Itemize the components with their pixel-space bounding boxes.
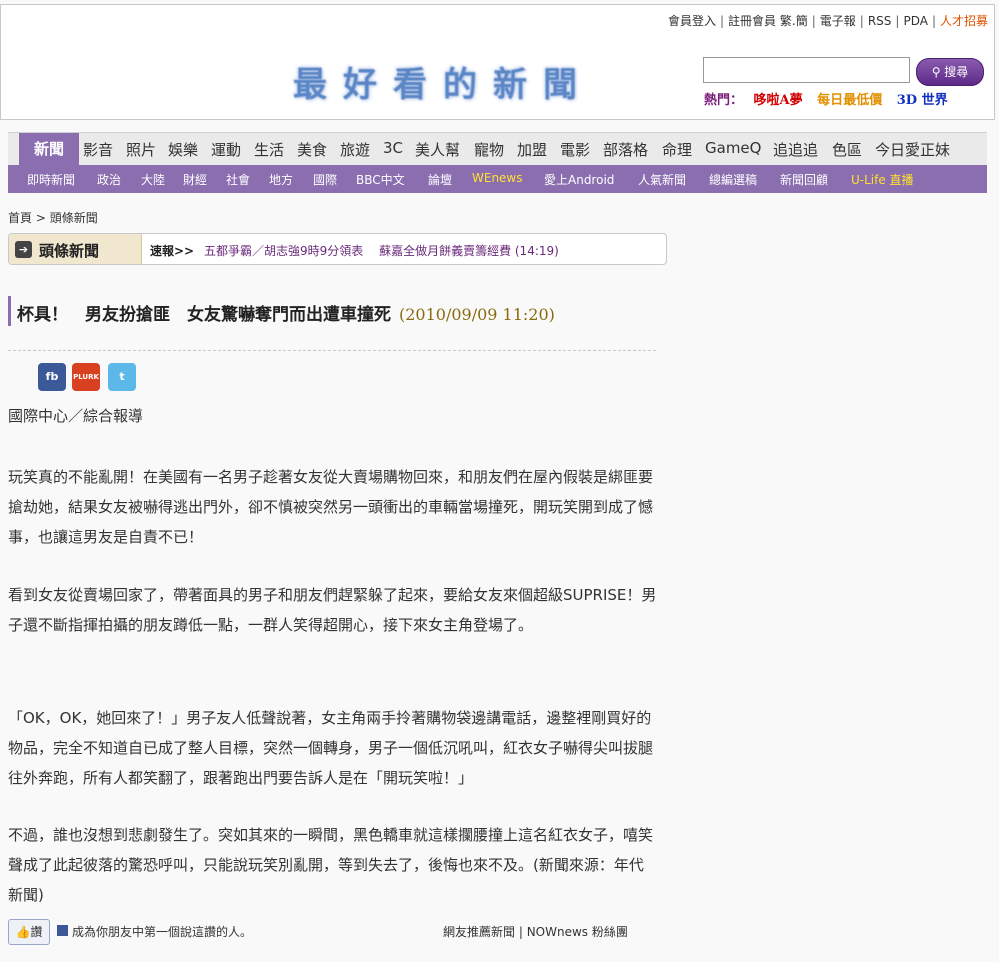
nav-item-adult[interactable]: 色區 (832, 139, 862, 160)
subnav-popular[interactable]: 人氣新聞 (638, 171, 686, 188)
nav-item-gameq[interactable]: GameQ (705, 139, 761, 157)
hot-label: 熱門： (704, 93, 744, 108)
article-date: (2010/09/09 11:20) (399, 305, 555, 324)
breaking-label: 速報>> (150, 244, 195, 258)
nav-item-chase[interactable]: 追追追 (773, 139, 818, 160)
nav-item-food[interactable]: 美食 (297, 139, 327, 160)
subnav-forum[interactable]: 論壇 (428, 171, 452, 188)
hot-link-lowest-price[interactable]: 每日最低價 (817, 93, 882, 108)
headline-box: ➔ 頭條新聞 速報>> 五都爭霸／胡志強9時9分領表 蘇嘉全做月餅義賣籌經費 (… (8, 233, 667, 265)
nav-item-news[interactable]: 新聞 (19, 133, 79, 165)
nav-item-sports[interactable]: 運動 (211, 139, 241, 160)
subnav-bbc[interactable]: BBC中文 (356, 171, 405, 188)
hot-links: 熱門： 哆啦A夢 每日最低價 3D 世界 (704, 89, 948, 108)
site-logo[interactable]: 最好看的新聞 (293, 57, 593, 106)
search-input[interactable] (703, 57, 910, 83)
search-icon: ⚲ (931, 65, 945, 79)
like-text: 成為你朋友中第一個說這讚的人。 (72, 925, 253, 939)
plurk-share-icon[interactable]: PLURK (72, 363, 100, 391)
facebook-icon (57, 925, 68, 936)
article-paragraph: 玩笑真的不能亂開！在美國有一名男子趁著女友從大賣場購物回來，和朋友們在屋內假裝是… (8, 468, 654, 546)
nav-item-daily-beauty[interactable]: 今日愛正妹 (875, 139, 950, 160)
nav-item-3c[interactable]: 3C (383, 139, 403, 157)
breadcrumb-headlines[interactable]: 頭條新聞 (50, 211, 98, 225)
article-title: 杯具！ 男友扮搶匪 女友驚嚇奪門而出遭車撞死 (2010/09/09 11:20) (17, 305, 555, 325)
newsletter-link[interactable]: 電子報 (820, 14, 856, 28)
search-button[interactable]: ⚲ 搜尋 (916, 58, 984, 86)
nav-item-franchise[interactable]: 加盟 (517, 139, 547, 160)
nav-item-photos[interactable]: 照片 (126, 139, 156, 160)
rss-link[interactable]: RSS (868, 14, 892, 28)
nav-item-blog[interactable]: 部落格 (603, 139, 648, 160)
pda-link[interactable]: PDA (903, 14, 927, 28)
primary-nav: 新聞 影音 照片 娛樂 運動 生活 美食 旅遊 3C 美人幫 寵物 加盟 電影 … (8, 132, 987, 165)
title-accent-bar (8, 296, 11, 326)
subnav-wenews[interactable]: WEnews (472, 171, 523, 185)
breaking-item-1[interactable]: 五都爭霸／胡志強9時9分領表 (204, 244, 363, 258)
login-link[interactable]: 會員登入 (668, 14, 716, 28)
subnav-editor-picks[interactable]: 總編選稿 (709, 171, 757, 188)
subnav-finance[interactable]: 財經 (183, 171, 207, 188)
subnav-realtime[interactable]: 即時新聞 (27, 171, 75, 188)
subnav-international[interactable]: 國際 (313, 171, 337, 188)
register-link[interactable]: 註冊會員 (728, 14, 776, 28)
site-header: 會員登入 | 註冊會員 繁.簡 | 電子報 | RSS | PDA | 人才招募 最好看的新聞 ⚲ … (0, 4, 995, 120)
divider (8, 350, 656, 351)
section-tab-label: 頭條新聞 (39, 242, 100, 260)
breadcrumb: 首頁 > 頭條新聞 (8, 209, 98, 226)
nav-item-beauty[interactable]: 美人幫 (415, 139, 460, 160)
footer-links: 網友推薦新聞 | NOWnews 粉絲團 (443, 925, 628, 939)
nav-item-travel[interactable]: 旅遊 (340, 139, 370, 160)
nav-item-pets[interactable]: 寵物 (474, 139, 504, 160)
breadcrumb-home[interactable]: 首頁 (8, 211, 32, 225)
subnav-society[interactable]: 社會 (226, 171, 250, 188)
subnav-android[interactable]: 愛上Android (544, 171, 614, 188)
secondary-nav: 即時新聞 政治 大陸 財經 社會 地方 國際 BBC中文 論壇 WEnews 愛… (8, 165, 987, 193)
article-paragraph: 看到女友從賣場回家了，帶著面具的男子和朋友們趕緊躲了起來，要給女友來個超級SUP… (8, 586, 657, 634)
breaking-news: 速報>> 五都爭霸／胡志強9時9分領表 蘇嘉全做月餅義賣籌經費 (14:19) (150, 242, 559, 259)
trad-simp-link[interactable]: 繁.簡 (780, 14, 808, 28)
nav-item-video[interactable]: 影音 (83, 139, 113, 160)
section-tab: ➔ 頭條新聞 (9, 234, 142, 264)
nav-item-life[interactable]: 生活 (254, 139, 284, 160)
fan-page-link[interactable]: NOWnews 粉絲團 (527, 925, 628, 939)
breaking-item-2[interactable]: 蘇嘉全做月餅義賣籌經費 (14:19) (379, 244, 559, 258)
twitter-share-icon[interactable]: t (108, 363, 136, 391)
recommended-news-link[interactable]: 網友推薦新聞 (443, 925, 515, 939)
subnav-china[interactable]: 大陸 (141, 171, 165, 188)
hot-link-doraemon[interactable]: 哆啦A夢 (754, 93, 803, 108)
nav-item-fortune[interactable]: 命理 (662, 139, 692, 160)
subnav-local[interactable]: 地方 (269, 171, 293, 188)
nav-item-movies[interactable]: 電影 (560, 139, 590, 160)
facebook-share-icon[interactable]: fb (38, 363, 66, 391)
article-byline: 國際中心／綜合報導 (8, 407, 144, 425)
subnav-ulife-live[interactable]: U-Life 直播 (851, 171, 914, 188)
article-paragraph: 「OK，OK，她回來了！」男子友人低聲說著，女主角兩手拎著購物袋邊講電話，邊整裡… (8, 709, 654, 787)
hot-link-3d[interactable]: 3D 世界 (897, 93, 948, 108)
breadcrumb-separator: > (35, 211, 50, 225)
subnav-review[interactable]: 新聞回顧 (780, 171, 828, 188)
nav-item-entertainment[interactable]: 娛樂 (168, 139, 198, 160)
jobs-link[interactable]: 人才招募 (940, 14, 988, 28)
top-links: 會員登入 | 註冊會員 繁.簡 | 電子報 | RSS | PDA | 人才招募 (667, 14, 988, 28)
like-button[interactable]: 👍讚 (8, 919, 50, 945)
arrow-right-icon: ➔ (15, 241, 32, 258)
subnav-politics[interactable]: 政治 (97, 171, 121, 188)
article-paragraph: 不過，誰也沒想到悲劇發生了。突如其來的一瞬間，黑色轎車就這樣攔腰撞上這名紅衣女子… (8, 826, 654, 904)
thumbs-up-icon: 👍 (15, 925, 31, 939)
